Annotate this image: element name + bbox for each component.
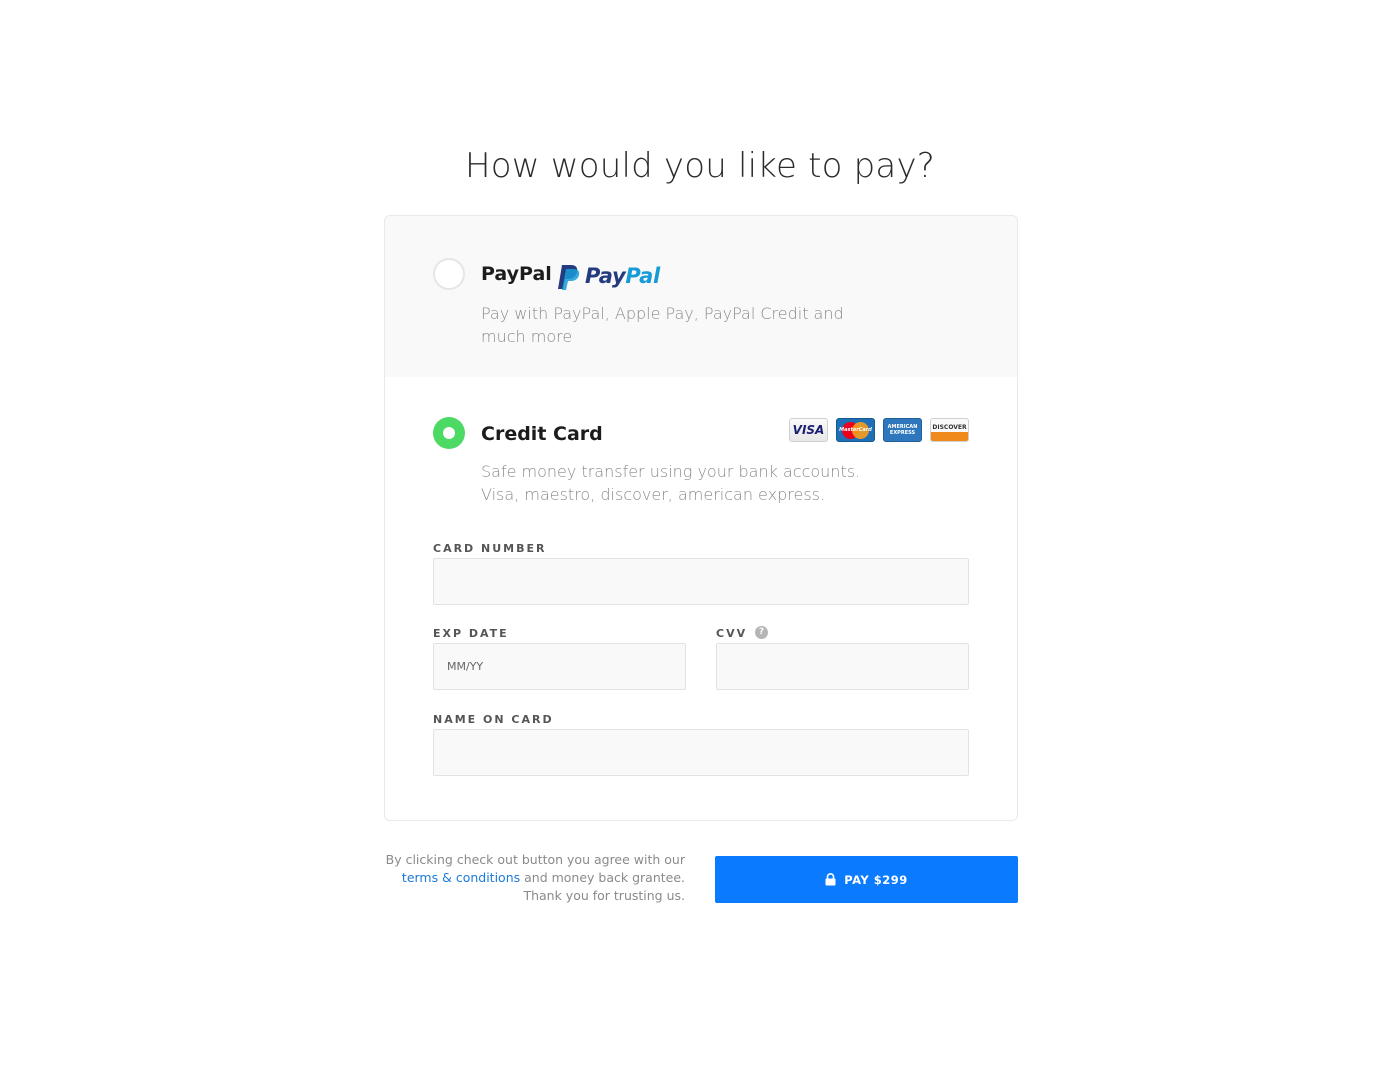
credit-card-description-line1: Safe money transfer using your bank acco… xyxy=(481,462,861,481)
name-on-card-label: NAME ON CARD xyxy=(433,713,554,726)
lock-icon xyxy=(825,873,836,886)
amex-text: AMERICAN EXPRESS xyxy=(887,424,918,436)
accepted-cards: VISA MasterCard AMERICAN EXPRESS DISCOVE… xyxy=(789,418,969,442)
credit-card-description-line2: Visa, maestro, discover, american expres… xyxy=(481,485,826,504)
paypal-description: Pay with PayPal, Apple Pay, PayPal Credi… xyxy=(481,304,844,346)
exp-date-label: EXP DATE xyxy=(433,627,509,640)
terms-after: and money back grantee. xyxy=(524,870,685,885)
pay-button-label: PAY $299 xyxy=(844,872,908,887)
paypal-option[interactable]: PayPal PayPal Pay with PayPal, Apple Pay… xyxy=(385,216,1017,377)
terms-text: By clicking check out button you agree w… xyxy=(384,851,685,905)
visa-text: VISA xyxy=(792,423,825,437)
discover-text: DISCOVER xyxy=(932,424,967,431)
cvv-label: CVV xyxy=(716,627,748,640)
page-title: How would you like to pay? xyxy=(464,146,936,186)
terms-thanks: Thank you for trusting us. xyxy=(523,888,685,903)
paypal-p-icon xyxy=(558,265,580,290)
pay-button[interactable]: PAY $299 xyxy=(715,856,1018,903)
payment-methods-card: PayPal PayPal Pay with PayPal, Apple Pay… xyxy=(384,215,1018,821)
paypal-logo-pal: Pal xyxy=(625,264,660,288)
paypal-logo: PayPal xyxy=(557,264,660,290)
credit-card-description: Safe money transfer using your bank acco… xyxy=(481,460,861,506)
name-on-card-input[interactable] xyxy=(433,729,969,776)
discover-icon: DISCOVER xyxy=(930,418,969,442)
paypal-logo-pay: Pay xyxy=(585,264,626,288)
mastercard-icon: MasterCard xyxy=(836,418,875,442)
card-number-input[interactable] xyxy=(433,558,969,605)
terms-before: By clicking check out button you agree w… xyxy=(385,852,685,867)
mastercard-text: MasterCard xyxy=(839,427,872,433)
paypal-radio[interactable] xyxy=(433,258,465,290)
credit-card-option-label[interactable]: Credit Card xyxy=(481,423,603,445)
credit-card-radio[interactable] xyxy=(433,417,465,449)
paypal-option-label: PayPal xyxy=(481,263,552,285)
help-icon[interactable]: ? xyxy=(755,626,768,639)
visa-icon: VISA xyxy=(789,418,828,442)
radio-selected-dot xyxy=(443,427,455,439)
terms-link[interactable]: terms & conditions xyxy=(402,870,520,885)
amex-icon: AMERICAN EXPRESS xyxy=(883,418,922,442)
exp-date-input[interactable] xyxy=(433,643,686,690)
card-number-label: CARD NUMBER xyxy=(433,542,547,555)
cvv-input[interactable] xyxy=(716,643,969,690)
